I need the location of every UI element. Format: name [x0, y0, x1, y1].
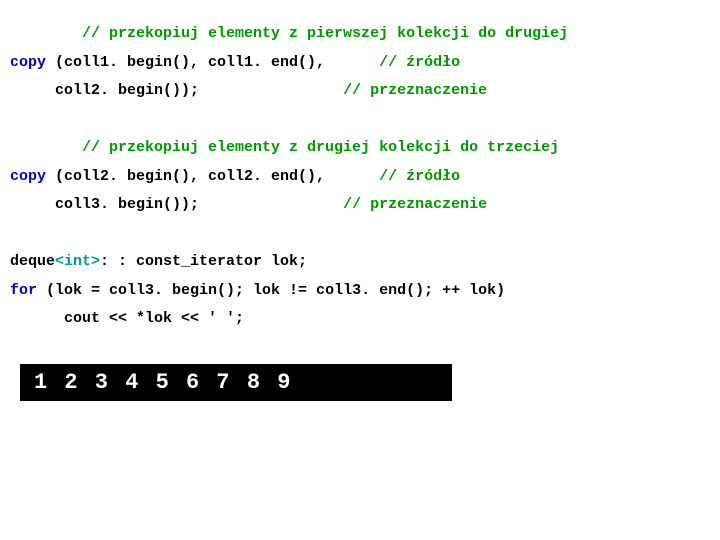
code-line-for: for (lok = coll3. begin(); lok != coll3.… [10, 277, 710, 306]
code-line-deque: deque<int>: : const_iterator lok; [10, 248, 710, 277]
comment-text: // przeznaczenie [343, 196, 487, 213]
code-line-copy1b: coll2. begin()); // przeznaczenie [10, 77, 710, 106]
code-line-copy1: copy (coll1. begin(), coll1. end(), // ź… [10, 49, 710, 78]
code-line-copy2b: coll3. begin()); // przeznaczenie [10, 191, 710, 220]
code-text: cout << *lok << ' '; [10, 310, 244, 327]
comment-text: // przekopiuj elementy z pierwszej kolek… [82, 25, 568, 42]
comment-text: // przekopiuj elementy z drugiej kolekcj… [82, 139, 559, 156]
code-text: (coll2. begin(), coll2. end(), [46, 168, 379, 185]
code-text: deque [10, 253, 55, 270]
output-bar: 1 2 3 4 5 6 7 8 9 [20, 364, 452, 401]
comment-text: // przeznaczenie [343, 82, 487, 99]
blank-line [10, 220, 710, 249]
code-text: coll3. begin()); [10, 196, 343, 213]
keyword-for: for [10, 282, 37, 299]
code-text: (lok = coll3. begin(); lok != coll3. end… [37, 282, 505, 299]
blank-line [10, 106, 710, 135]
keyword-copy: copy [10, 54, 46, 71]
comment-text: // źródło [379, 54, 460, 71]
template-type: <int> [55, 253, 100, 270]
keyword-copy: copy [10, 168, 46, 185]
code-text: (coll1. begin(), coll1. end(), [46, 54, 379, 71]
code-comment-1: // przekopiuj elementy z pierwszej kolek… [10, 20, 710, 49]
code-line-copy2: copy (coll2. begin(), coll2. end(), // ź… [10, 163, 710, 192]
code-line-cout: cout << *lok << ' '; [10, 305, 710, 334]
code-comment-2: // przekopiuj elementy z drugiej kolekcj… [10, 134, 710, 163]
code-text: : : const_iterator lok; [100, 253, 307, 270]
comment-text: // źródło [379, 168, 460, 185]
code-text: coll2. begin()); [10, 82, 343, 99]
